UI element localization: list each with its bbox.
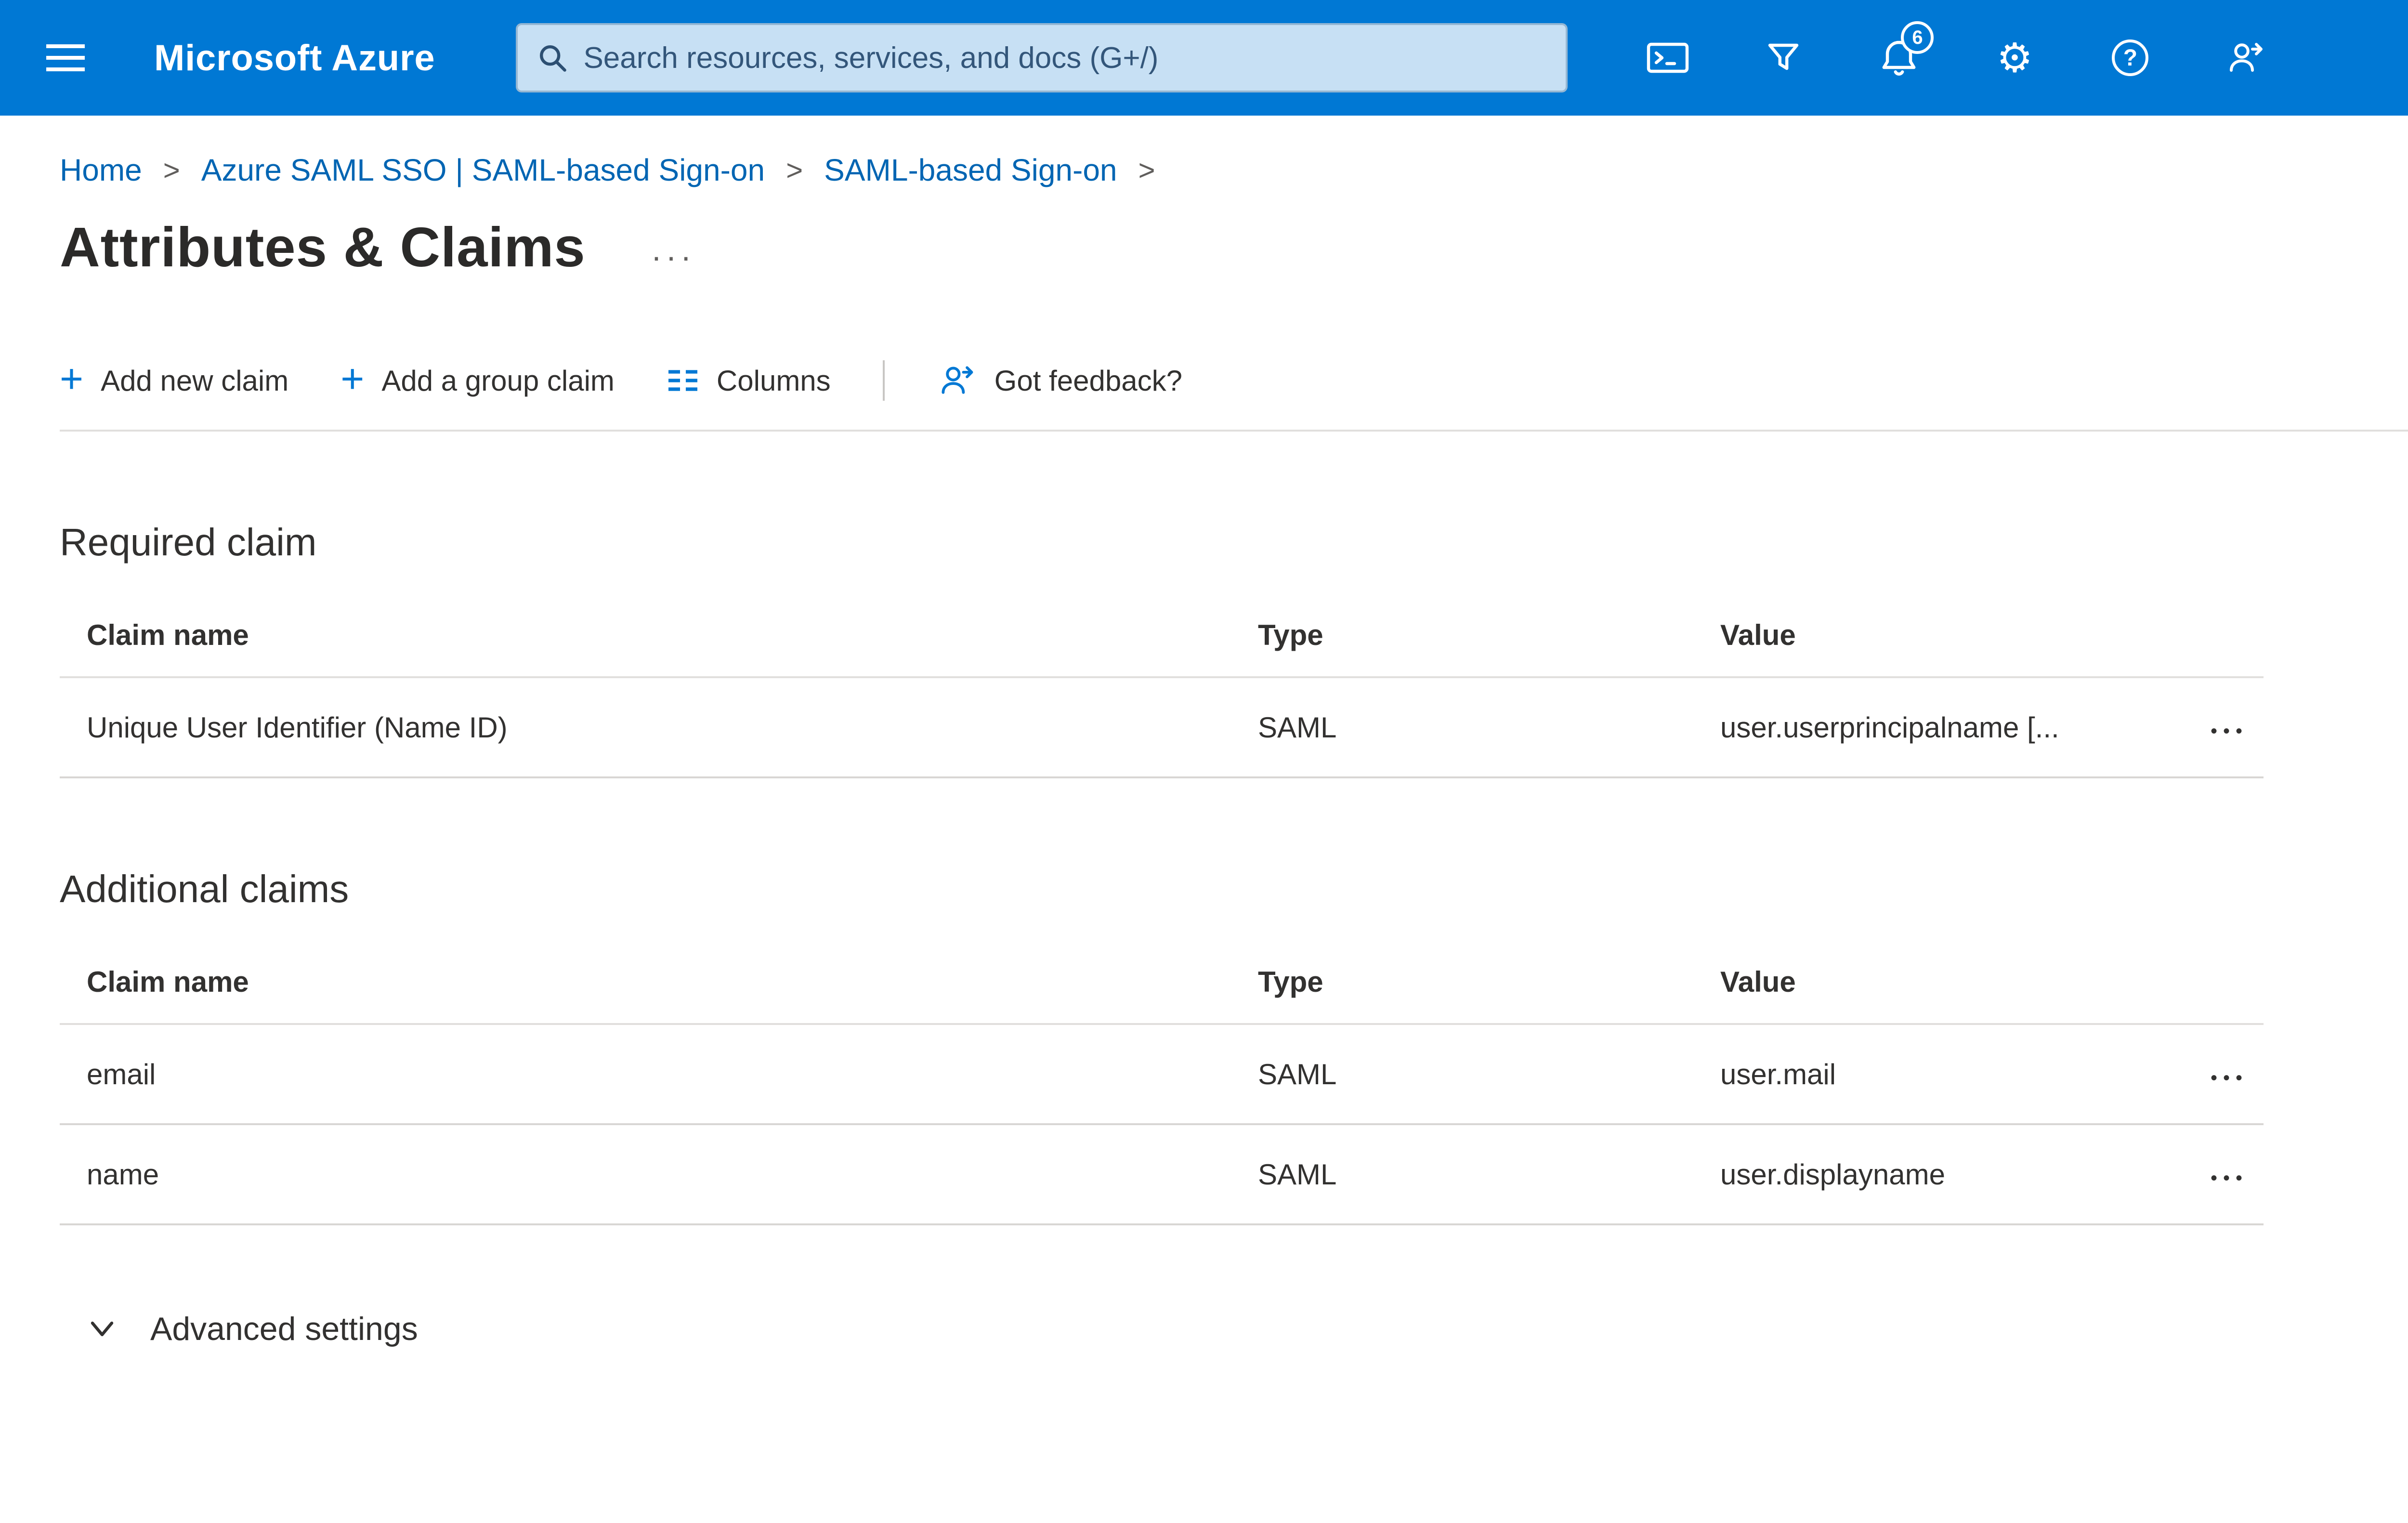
add-group-claim-label: Add a group claim bbox=[381, 364, 615, 397]
row-more-button[interactable]: ••• bbox=[2211, 1169, 2248, 1188]
search-input[interactable] bbox=[583, 40, 1547, 75]
page-title: Attributes & Claims bbox=[60, 216, 586, 278]
notification-badge: 6 bbox=[1901, 21, 1934, 54]
add-new-claim-label: Add new claim bbox=[101, 364, 289, 397]
breadcrumb-separator: > bbox=[163, 154, 180, 186]
command-toolbar: + Add new claim + Add a group claim Colu… bbox=[60, 358, 2408, 432]
hamburger-menu-button[interactable] bbox=[19, 0, 112, 116]
plus-icon: + bbox=[340, 356, 365, 401]
additional-claims-section: Additional claims Claim name Type Value … bbox=[60, 867, 2408, 1225]
add-group-claim-button[interactable]: + Add a group claim bbox=[340, 358, 615, 399]
column-header-value: Value bbox=[1720, 965, 1796, 998]
claim-value-cell: user.userprincipalname [... bbox=[1720, 711, 2059, 744]
table-row[interactable]: name SAML user.displayname ••• bbox=[60, 1125, 2264, 1225]
page-more-button[interactable]: ··· bbox=[651, 240, 695, 273]
got-feedback-icon bbox=[942, 366, 973, 394]
breadcrumb-separator: > bbox=[786, 154, 803, 186]
topbar-icon-group: 6 ⚙ ? bbox=[1629, 19, 2284, 96]
additional-claims-table: Claim name Type Value email SAML user.ma… bbox=[60, 940, 2264, 1225]
topbar: Microsoft Azure Search resources, servic… bbox=[0, 0, 2408, 116]
table-header-row: Claim name Type Value bbox=[60, 593, 2264, 678]
claim-type-cell: SAML bbox=[1258, 1158, 1337, 1191]
help-icon: ? bbox=[2112, 39, 2149, 76]
claim-type-cell: SAML bbox=[1258, 711, 1337, 744]
blade-content: + Add new claim + Add a group claim Colu… bbox=[0, 358, 2408, 1348]
row-more-button[interactable]: ••• bbox=[2211, 722, 2248, 741]
search-icon bbox=[540, 45, 567, 72]
notifications-button[interactable]: 6 bbox=[1860, 19, 1937, 96]
help-button[interactable]: ? bbox=[2092, 19, 2169, 96]
claim-value-cell: user.displayname bbox=[1720, 1158, 1945, 1191]
breadcrumb-separator: > bbox=[1138, 154, 1155, 186]
toolbar-divider bbox=[882, 360, 885, 401]
columns-button[interactable]: Columns bbox=[667, 364, 831, 397]
advanced-settings-expander[interactable]: Advanced settings bbox=[87, 1310, 418, 1348]
claim-type-cell: SAML bbox=[1258, 1058, 1337, 1090]
breadcrumb-home[interactable]: Home bbox=[60, 152, 142, 188]
breadcrumb-app-signon[interactable]: Azure SAML SSO | SAML-based Sign-on bbox=[201, 152, 765, 188]
directory-filter-button[interactable] bbox=[1745, 19, 1822, 96]
table-row[interactable]: Unique User Identifier (Name ID) SAML us… bbox=[60, 678, 2264, 778]
got-feedback-label: Got feedback? bbox=[994, 364, 1182, 397]
column-header-claim-name: Claim name bbox=[87, 965, 249, 998]
required-claims-table: Claim name Type Value Unique User Identi… bbox=[60, 593, 2264, 778]
cloud-shell-button[interactable] bbox=[1629, 19, 1706, 96]
azure-portal: Microsoft Azure Search resources, servic… bbox=[0, 0, 2408, 1523]
search-bar bbox=[516, 23, 1568, 92]
table-header-row: Claim name Type Value bbox=[60, 940, 2264, 1025]
column-header-type: Type bbox=[1258, 965, 1323, 998]
breadcrumb-saml-signon[interactable]: SAML-based Sign-on bbox=[824, 152, 1117, 188]
row-more-button[interactable]: ••• bbox=[2211, 1068, 2248, 1088]
claim-name-cell: name bbox=[87, 1158, 159, 1191]
claim-name-cell: email bbox=[87, 1058, 156, 1090]
gear-icon: ⚙ bbox=[1996, 35, 2033, 80]
plus-icon: + bbox=[60, 356, 84, 401]
settings-button[interactable]: ⚙ bbox=[1976, 19, 2053, 96]
required-claim-section: Required claim Claim name Type Value Uni… bbox=[60, 520, 2408, 778]
cloud-shell-icon bbox=[1647, 42, 1689, 73]
advanced-settings-label: Advanced settings bbox=[150, 1311, 418, 1347]
feedback-person-icon bbox=[2230, 43, 2263, 72]
claim-name-cell: Unique User Identifier (Name ID) bbox=[87, 711, 508, 744]
feedback-button[interactable] bbox=[2207, 19, 2284, 96]
breadcrumb: Home > Azure SAML SSO | SAML-based Sign-… bbox=[0, 116, 2408, 188]
additional-claims-heading: Additional claims bbox=[60, 867, 349, 910]
required-claim-heading: Required claim bbox=[60, 521, 317, 564]
claim-value-cell: user.mail bbox=[1720, 1058, 1836, 1090]
column-header-claim-name: Claim name bbox=[87, 618, 249, 651]
brand-logo[interactable]: Microsoft Azure bbox=[154, 37, 435, 79]
column-header-value: Value bbox=[1720, 618, 1796, 651]
got-feedback-button[interactable]: Got feedback? bbox=[937, 360, 1182, 401]
column-header-type: Type bbox=[1258, 618, 1323, 651]
table-row[interactable]: email SAML user.mail ••• bbox=[60, 1025, 2264, 1125]
title-row: Attributes & Claims ··· × bbox=[0, 188, 2408, 279]
chevron-down-icon bbox=[91, 1321, 114, 1337]
hamburger-icon bbox=[46, 44, 85, 48]
directory-filter-icon bbox=[1768, 43, 1799, 70]
columns-label: Columns bbox=[716, 364, 831, 397]
add-new-claim-button[interactable]: + Add new claim bbox=[60, 358, 289, 399]
columns-icon bbox=[668, 370, 697, 391]
